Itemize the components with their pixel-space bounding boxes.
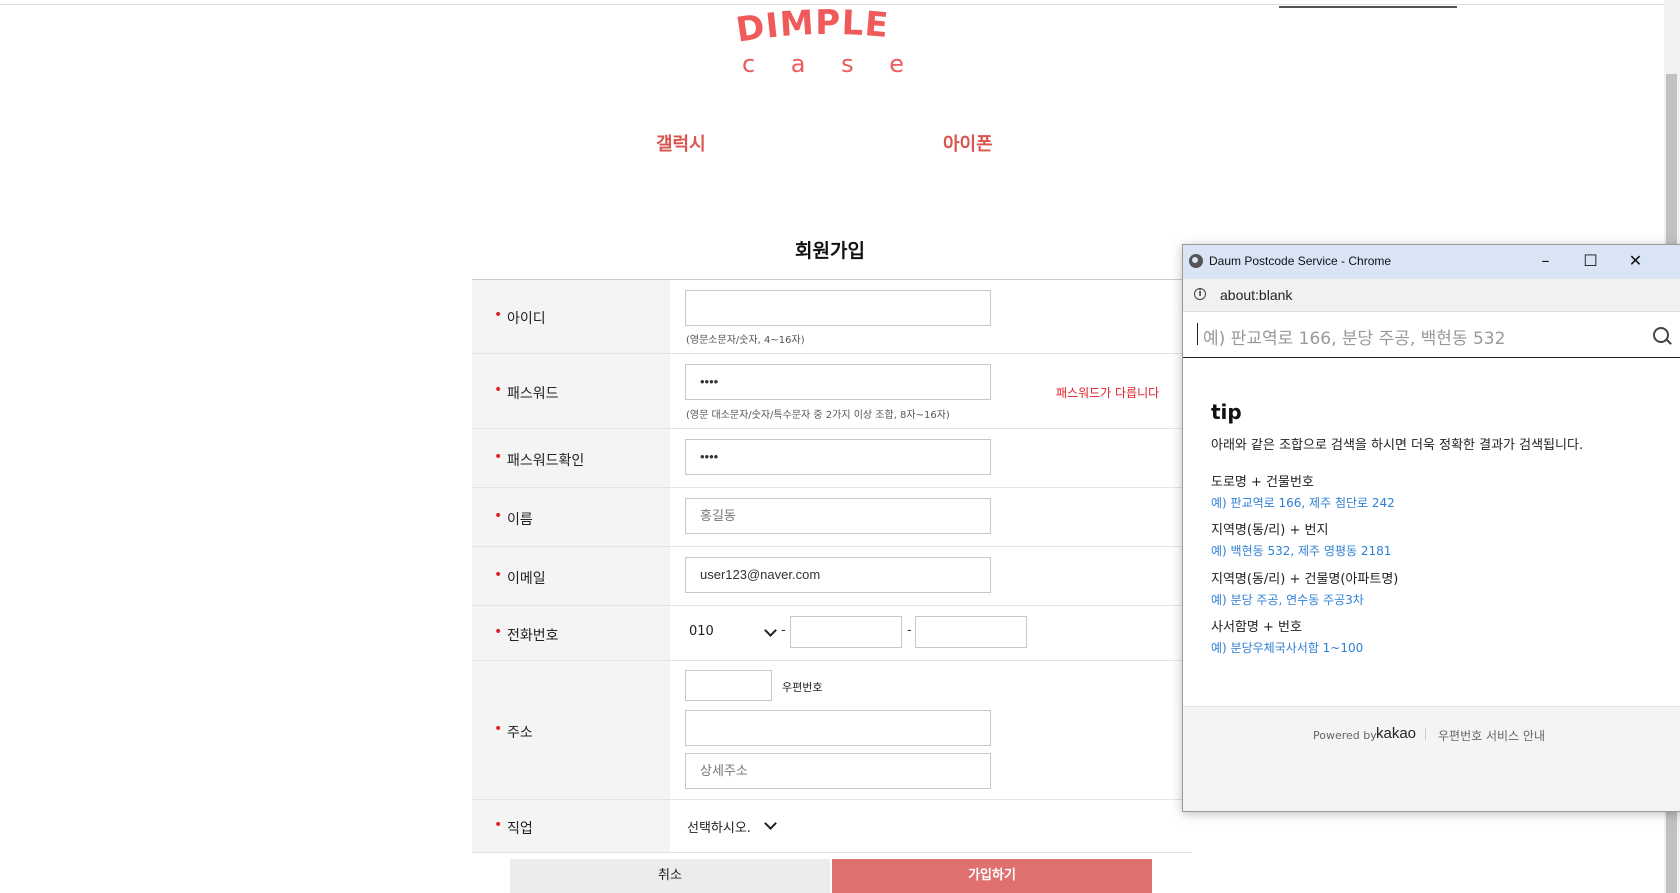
globe-icon: [1189, 254, 1203, 268]
nav-galaxy[interactable]: 갤럭시: [656, 130, 706, 156]
popup-url[interactable]: about:blank: [1220, 287, 1292, 303]
row-name: • 이름 홍길동: [472, 488, 1192, 547]
phone-separator: -: [907, 623, 912, 638]
cancel-button[interactable]: 취소: [510, 859, 830, 893]
required-dot: •: [494, 307, 503, 323]
row-label: • 아이디: [472, 280, 670, 353]
job-select[interactable]: 선택하시오.: [687, 817, 751, 836]
popup-title-bar[interactable]: Daum Postcode Service - Chrome – ☐ ✕: [1183, 245, 1680, 279]
required-dot: •: [494, 721, 503, 737]
phone-separator: -: [781, 623, 786, 638]
row-address: • 주소 우편번호 상세주소: [472, 661, 1192, 800]
required-dot: •: [494, 382, 503, 398]
tip-description: 아래와 같은 조합으로 검색을 하시면 더욱 정확한 결과가 검색됩니다.: [1211, 438, 1584, 453]
required-dot: •: [494, 817, 503, 833]
tip-example: 예) 분당우체국사서함 1~100: [1211, 641, 1364, 655]
row-label: • 전화번호: [472, 606, 670, 660]
nav-iphone[interactable]: 아이폰: [943, 130, 993, 156]
logo-graphic: DIMPLE c a s e: [734, 6, 918, 76]
tip-heading: 도로명 + 건물번호: [1211, 475, 1314, 490]
tip-example: 예) 판교역로 166, 제주 첨단로 242: [1211, 496, 1395, 510]
password-error: 패스워드가 다릅니다: [1056, 386, 1160, 400]
popup-address-bar: i about:blank: [1183, 279, 1680, 312]
required-dot: •: [494, 624, 503, 640]
row-label: • 직업: [472, 800, 670, 852]
row-password-confirm: • 패스워드확인 ••••: [472, 429, 1192, 488]
top-border: [0, 0, 1680, 5]
tip-heading: 지역명(동/리) + 건물명(아파트명): [1211, 572, 1399, 587]
email-label: 이메일: [507, 571, 546, 587]
row-label: • 이메일: [472, 547, 670, 605]
chevron-down-icon: [764, 817, 777, 830]
chevron-down-icon: [764, 624, 777, 637]
row-email: • 이메일 user123@naver.com: [472, 547, 1192, 606]
search-icon[interactable]: [1653, 327, 1669, 343]
tip-title: tip: [1211, 400, 1242, 424]
required-dot: •: [494, 567, 503, 583]
row-label: • 주소: [472, 661, 670, 799]
footer-divider: [1425, 728, 1426, 740]
signup-form: • 아이디 (영문소문자/숫자, 4~16자) • 패스워드 •••• (영문 …: [472, 279, 1192, 853]
row-phone: • 전화번호 010 - -: [472, 606, 1192, 661]
phone-prefix-select[interactable]: 010: [689, 624, 714, 639]
address-label: 주소: [507, 725, 533, 741]
service-guide-link[interactable]: 우편번호 서비스 안내: [1438, 727, 1545, 744]
password-label: 패스워드: [507, 386, 559, 402]
zipcode-label[interactable]: 우편번호: [782, 679, 822, 695]
job-label: 직업: [507, 821, 533, 837]
password-input[interactable]: ••••: [685, 364, 991, 400]
kakao-logo[interactable]: kakao: [1376, 725, 1416, 742]
close-button[interactable]: ✕: [1613, 245, 1658, 279]
password-confirm-input[interactable]: ••••: [685, 439, 991, 475]
minimize-button[interactable]: –: [1523, 245, 1568, 279]
logo-top-text: DIMPLE: [734, 6, 891, 51]
tip-example: 예) 분당 주공, 연수동 주공3차: [1211, 593, 1364, 607]
popup-window-title: Daum Postcode Service - Chrome: [1209, 254, 1392, 268]
password-confirm-label: 패스워드확인: [507, 453, 585, 469]
row-job: • 직업 선택하시오.: [472, 800, 1192, 853]
tip-example: 예) 백현동 532, 제주 영평동 2181: [1211, 544, 1392, 558]
popup-footer: Powered by kakao 우편번호 서비스 안내: [1183, 706, 1680, 811]
id-label: 아이디: [507, 311, 546, 327]
phone-label: 전화번호: [507, 628, 559, 644]
logo[interactable]: DIMPLE c a s e: [730, 6, 930, 76]
address-search-input[interactable]: 예) 판교역로 166, 분당 주공, 백현동 532: [1203, 324, 1505, 349]
tip-heading: 사서함명 + 번호: [1211, 620, 1302, 635]
powered-by-text: Powered by: [1313, 729, 1377, 742]
text-cursor: [1197, 323, 1198, 345]
row-label: • 패스워드확인: [472, 429, 670, 487]
address-input[interactable]: [685, 710, 991, 746]
maximize-button[interactable]: ☐: [1568, 245, 1613, 279]
phone-middle-input[interactable]: [790, 616, 902, 648]
address-search-box[interactable]: 예) 판교역로 166, 분당 주공, 백현동 532: [1183, 311, 1680, 358]
id-input[interactable]: [685, 290, 991, 326]
phone-last-input[interactable]: [915, 616, 1027, 648]
row-password: • 패스워드 •••• (영문 대소문자/숫자/특수문자 중 2가지 이상 조합…: [472, 354, 1192, 429]
top-bar-accent: [1279, 6, 1457, 8]
logo-bottom-text: c a s e: [742, 50, 918, 76]
name-input[interactable]: 홍길동: [685, 498, 991, 534]
page-title: 회원가입: [795, 240, 865, 262]
tip-heading: 지역명(동/리) + 번지: [1211, 523, 1329, 538]
postcode-popup-window: Daum Postcode Service - Chrome – ☐ ✕ i a…: [1182, 244, 1680, 812]
zipcode-input[interactable]: [685, 670, 772, 701]
row-label: • 이름: [472, 488, 670, 546]
address-detail-input[interactable]: 상세주소: [685, 753, 991, 789]
submit-button[interactable]: 가입하기: [832, 859, 1152, 893]
info-icon[interactable]: i: [1194, 288, 1206, 300]
required-dot: •: [494, 508, 503, 524]
row-id: • 아이디 (영문소문자/숫자, 4~16자): [472, 280, 1192, 354]
row-label: • 패스워드: [472, 354, 670, 428]
email-input[interactable]: user123@naver.com: [685, 557, 991, 593]
password-hint: (영문 대소문자/숫자/특수문자 중 2가지 이상 조합, 8자~16자): [686, 410, 950, 421]
name-label: 이름: [507, 512, 533, 528]
id-hint: (영문소문자/숫자, 4~16자): [686, 335, 805, 346]
required-dot: •: [494, 449, 503, 465]
